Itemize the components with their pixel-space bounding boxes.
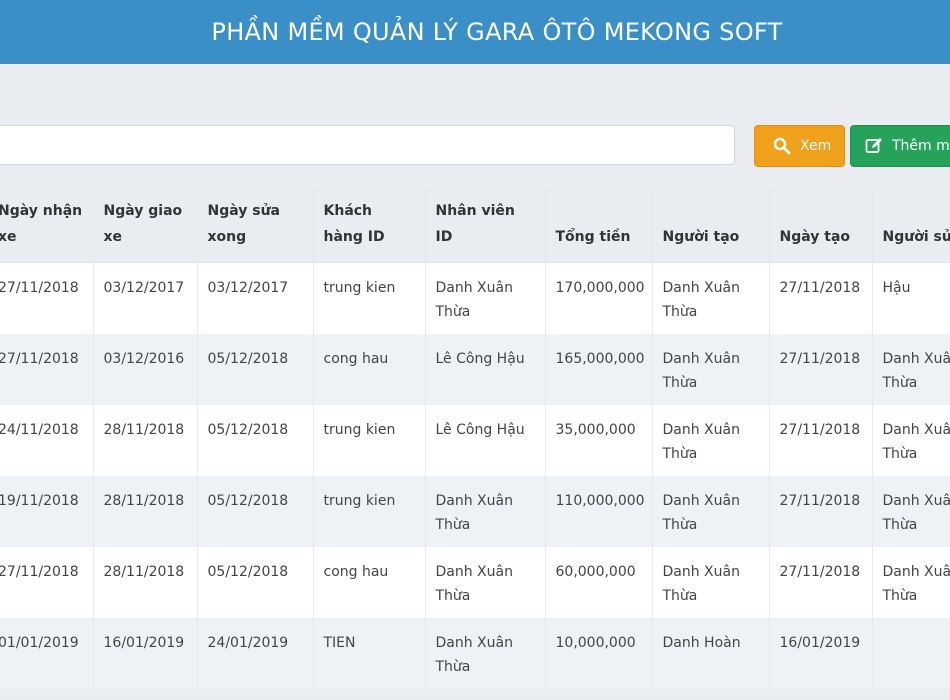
column-header[interactable]: Ngày tạo	[769, 188, 873, 263]
table-cell: trung kien	[313, 475, 426, 547]
add-new-button-label: Thêm m	[892, 138, 950, 154]
app-title: PHẦN MỀM QUẢN LÝ GARA ÔTÔ MEKONG SOFT	[211, 18, 783, 46]
table-cell: 19/11/2018	[0, 475, 94, 547]
search-input[interactable]	[0, 125, 735, 165]
table-cell: Danh Xuân Thừa	[425, 475, 546, 547]
column-header[interactable]: Nhân viên ID	[425, 188, 546, 263]
orders-table: Ngày nhận xe Ngày giao xe Ngày sửa xong …	[0, 188, 950, 689]
table-row[interactable]: 01/01/2019 16/01/2019 24/01/2019 TIEN Da…	[0, 617, 950, 689]
table-cell: 28/11/2018	[93, 546, 198, 618]
app-header: PHẦN MỀM QUẢN LÝ GARA ÔTÔ MEKONG SOFT	[0, 0, 950, 64]
table-cell: 28/11/2018	[93, 404, 198, 476]
table-cell: 27/11/2018	[769, 475, 873, 547]
table-cell: 27/11/2018	[769, 546, 873, 618]
table-cell: 27/11/2018	[769, 262, 873, 334]
table-cell: 05/12/2018	[197, 475, 314, 547]
table-cell: Danh Xuân Thừa	[652, 333, 770, 405]
table-cell: Danh Xuân Thừa	[872, 404, 950, 476]
table-row[interactable]: 27/11/2018 28/11/2018 05/12/2018 cong ha…	[0, 546, 950, 618]
table-cell: 60,000,000	[545, 546, 653, 618]
table-cell: 05/12/2018	[197, 404, 314, 476]
table-cell: TIEN	[313, 617, 426, 689]
add-new-button[interactable]: Thêm m	[850, 125, 950, 167]
edit-icon	[865, 137, 883, 155]
table-cell: 27/11/2018	[0, 333, 94, 405]
table-row[interactable]: 27/11/2018 03/12/2016 05/12/2018 cong ha…	[0, 333, 950, 405]
table-cell: 03/12/2017	[93, 262, 198, 334]
column-header[interactable]: Người sửa	[872, 188, 950, 263]
column-header[interactable]: Tổng tiền	[545, 188, 653, 263]
table-cell: 03/12/2017	[197, 262, 314, 334]
table-cell: Hậu	[872, 262, 950, 334]
table-cell: 110,000,000	[545, 475, 653, 547]
table-cell: Danh Hoàn	[652, 617, 770, 689]
table-cell: cong hau	[313, 546, 426, 618]
table-cell: Danh Xuân Thừa	[652, 262, 770, 334]
table-cell: 01/01/2019	[0, 617, 94, 689]
table-cell: 10,000,000	[545, 617, 653, 689]
table-cell: 24/11/2018	[0, 404, 94, 476]
table-cell: cong hau	[313, 333, 426, 405]
table-cell: Danh Xuân Thừa	[425, 546, 546, 618]
table-cell: 170,000,000	[545, 262, 653, 334]
column-header[interactable]: Người tạo	[652, 188, 770, 263]
table-cell: Danh Xuân Thừa	[872, 546, 950, 618]
table-cell: 165,000,000	[545, 333, 653, 405]
table-cell: Danh Xuân Thừa	[652, 546, 770, 618]
table-cell: 24/01/2019	[197, 617, 314, 689]
table-cell: Danh Xuân Thừa	[425, 617, 546, 689]
table-cell: Danh Xuân Thừa	[652, 404, 770, 476]
table-cell	[872, 617, 950, 689]
table-cell: Danh Xuân Thừa	[872, 333, 950, 405]
search-icon	[773, 137, 791, 155]
table-header-row: Ngày nhận xe Ngày giao xe Ngày sửa xong …	[0, 188, 950, 263]
table-cell: 35,000,000	[545, 404, 653, 476]
table-cell: 05/12/2018	[197, 546, 314, 618]
table-row[interactable]: 19/11/2018 28/11/2018 05/12/2018 trung k…	[0, 475, 950, 547]
column-header[interactable]: Khách hàng ID	[313, 188, 426, 263]
table-cell: Danh Xuân Thừa	[872, 475, 950, 547]
column-header[interactable]: Ngày giao xe	[93, 188, 198, 263]
table-cell: Lê Công Hậu	[425, 333, 546, 405]
table-cell: Danh Xuân Thừa	[425, 262, 546, 334]
column-header[interactable]: Ngày nhận xe	[0, 188, 94, 263]
table-cell: 16/01/2019	[93, 617, 198, 689]
table-cell: trung kien	[313, 404, 426, 476]
table-row[interactable]: 27/11/2018 03/12/2017 03/12/2017 trung k…	[0, 262, 950, 334]
orders-table-container: Ngày nhận xe Ngày giao xe Ngày sửa xong …	[0, 188, 950, 689]
table-cell: 27/11/2018	[769, 404, 873, 476]
table-cell: 16/01/2019	[769, 617, 873, 689]
table-cell: Danh Xuân Thừa	[652, 475, 770, 547]
table-cell: 28/11/2018	[93, 475, 198, 547]
table-cell: 27/11/2018	[0, 262, 94, 334]
table-cell: 05/12/2018	[197, 333, 314, 405]
table-cell: 27/11/2018	[769, 333, 873, 405]
view-button-label: Xem	[800, 138, 832, 154]
table-row[interactable]: 24/11/2018 28/11/2018 05/12/2018 trung k…	[0, 404, 950, 476]
view-button[interactable]: Xem	[754, 125, 845, 167]
table-cell: 27/11/2018	[0, 546, 94, 618]
table-cell: 03/12/2016	[93, 333, 198, 405]
table-cell: trung kien	[313, 262, 426, 334]
column-header[interactable]: Ngày sửa xong	[197, 188, 314, 263]
table-cell: Lê Công Hậu	[425, 404, 546, 476]
